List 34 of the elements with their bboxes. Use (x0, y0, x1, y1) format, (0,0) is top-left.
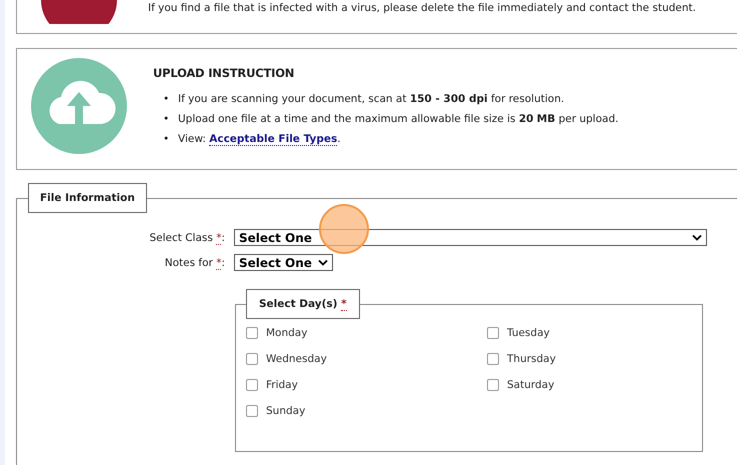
fieldset-legend: Select Day(s) * (246, 289, 360, 319)
instruction-text: View: (178, 133, 207, 145)
day-label: Saturday (507, 379, 554, 391)
day-label: Monday (266, 327, 308, 339)
day-label: Wednesday (266, 353, 327, 365)
checkbox[interactable] (487, 379, 499, 391)
field-label: Select Class *: (148, 232, 226, 244)
cursor-highlight (319, 204, 369, 254)
day-label: Sunday (266, 405, 306, 417)
instruction-text: If you are scanning your document, scan at 150 - 300 dpi for resolution. (178, 93, 564, 105)
checkbox[interactable] (487, 327, 499, 339)
checkbox[interactable] (246, 379, 258, 391)
select-dropdown[interactable]: Select One (234, 254, 333, 271)
bullet: • (163, 132, 170, 147)
checkbox[interactable] (487, 353, 499, 365)
chevron-down-icon (692, 234, 702, 241)
day-label: Tuesday (507, 327, 550, 339)
chevron-down-icon (318, 259, 328, 266)
day-label: Thursday (507, 353, 556, 365)
period-text: . (337, 133, 341, 145)
section-title: UPLOAD INSTRUCTION (153, 66, 296, 80)
checkbox[interactable] (246, 327, 258, 339)
day-label: Friday (266, 379, 298, 391)
notice-text: If you find a file that is infected with a virus, please delete the file immediately and contact the student. (148, 2, 696, 14)
fieldset-legend: File Information (28, 183, 147, 213)
instruction-text: Upload one file at a time and the maximum allowable file size is 20 MB per upload. (178, 113, 618, 125)
bullet: • (163, 112, 170, 127)
cloud-upload-icon (31, 58, 127, 154)
field-label: Notes for *: (164, 256, 226, 268)
file-types-link[interactable]: Acceptable File Types (209, 133, 338, 146)
checkbox[interactable] (246, 353, 258, 365)
bullet: • (163, 92, 170, 107)
checkbox[interactable] (246, 405, 258, 417)
select-dropdown[interactable]: Select One (234, 229, 707, 246)
